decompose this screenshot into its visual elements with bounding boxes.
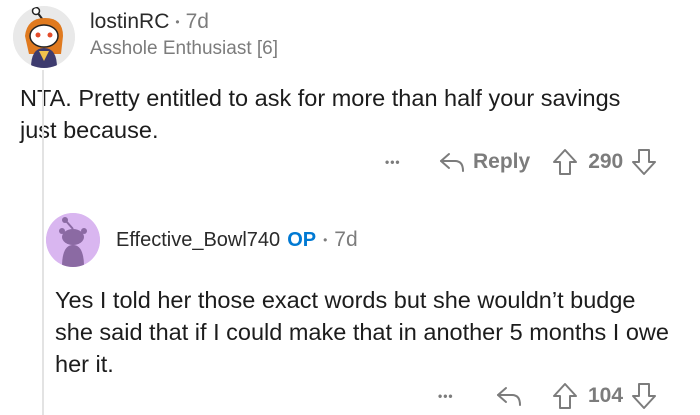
vote-score: 290 bbox=[588, 150, 624, 173]
more-options-icon[interactable]: ••• bbox=[438, 389, 486, 403]
upvote-button[interactable] bbox=[552, 148, 578, 176]
avatar-op[interactable] bbox=[46, 213, 100, 267]
thread-line[interactable] bbox=[42, 70, 44, 415]
upvote-icon bbox=[553, 383, 577, 409]
upvote-icon bbox=[553, 149, 578, 175]
reply-arrow-icon bbox=[497, 387, 521, 406]
op-badge: OP bbox=[287, 228, 317, 251]
comment-actions: ••• Reply 290 bbox=[385, 147, 657, 177]
avatar[interactable] bbox=[13, 6, 75, 68]
timestamp[interactable]: 7d bbox=[334, 228, 357, 252]
reply-button[interactable]: Reply bbox=[439, 150, 530, 174]
downvote-icon bbox=[632, 383, 657, 409]
reply-label: Reply bbox=[473, 150, 531, 173]
downvote-button[interactable] bbox=[631, 148, 657, 176]
comment-actions: ••• 104 bbox=[438, 381, 657, 411]
reply-header: Effective_Bowl740 OP • 7d bbox=[116, 228, 358, 252]
snoo-avatar-icon bbox=[46, 213, 100, 267]
separator-dot: • bbox=[323, 233, 328, 247]
vote-score: 104 bbox=[588, 384, 624, 407]
separator-dot: • bbox=[175, 15, 180, 29]
timestamp[interactable]: 7d bbox=[186, 10, 209, 34]
comment-header: lostinRC • 7d bbox=[90, 10, 209, 34]
upvote-button[interactable] bbox=[552, 382, 578, 410]
user-flair: Asshole Enthusiast [6] bbox=[90, 38, 278, 59]
more-options-icon[interactable]: ••• bbox=[385, 155, 433, 169]
username[interactable]: Effective_Bowl740 bbox=[116, 229, 280, 252]
reply-arrow-icon bbox=[440, 153, 464, 172]
downvote-button[interactable] bbox=[631, 382, 657, 410]
comment-body: Yes I told her those exact words but she… bbox=[55, 287, 669, 377]
reply-button[interactable] bbox=[496, 385, 522, 407]
username[interactable]: lostinRC bbox=[90, 10, 169, 34]
comment-body: NTA. Pretty entitled to ask for more tha… bbox=[20, 85, 621, 143]
downvote-icon bbox=[632, 149, 657, 175]
snoo-avatar-icon bbox=[13, 6, 75, 68]
